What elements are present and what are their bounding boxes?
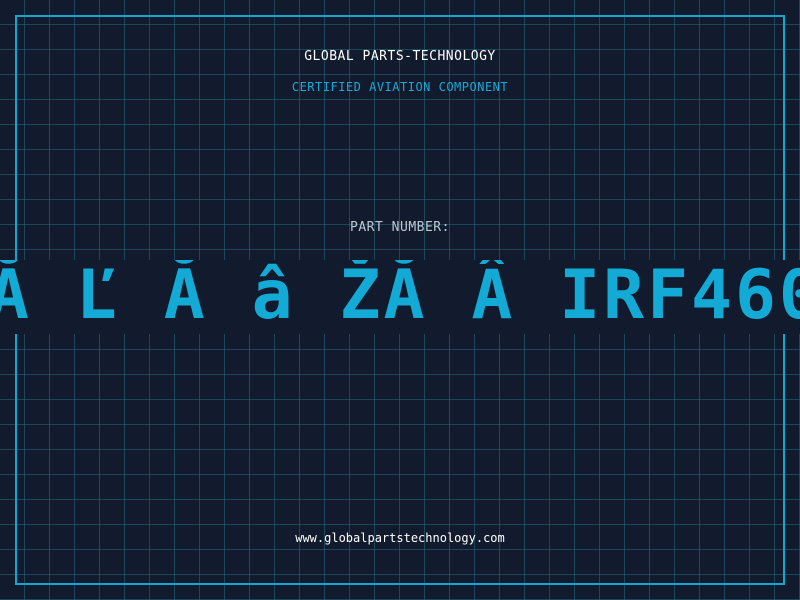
part-number-value: Ă Ľ Ă â ŽĂ Â IRF460 <box>0 260 800 334</box>
certificate-page: GLOBAL PARTS-TECHNOLOGY CERTIFIED AVIATI… <box>0 0 800 600</box>
brand-title: GLOBAL PARTS-TECHNOLOGY <box>304 49 496 64</box>
part-number-label: PART NUMBER: <box>350 220 450 235</box>
brand-subtitle: CERTIFIED AVIATION COMPONENT <box>291 80 509 94</box>
part-number-band: Ă Ľ Ă â ŽĂ Â IRF460 <box>0 260 800 334</box>
website-url: www.globalpartstechnology.com <box>295 531 505 545</box>
